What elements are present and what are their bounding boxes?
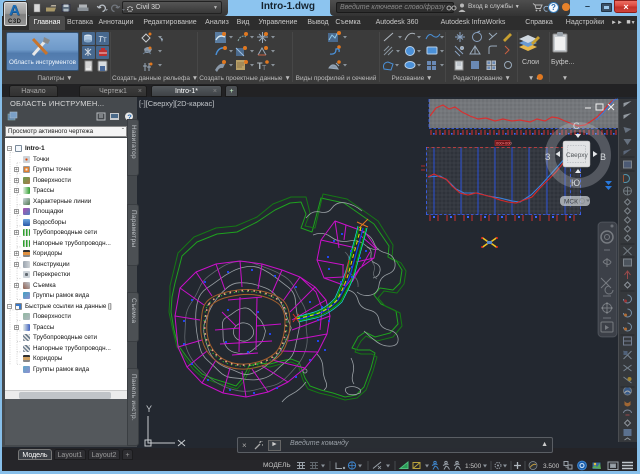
- svg-text:Буфе...: Буфе...: [551, 59, 574, 66]
- svg-text:000+000: 000+000: [496, 141, 512, 146]
- svg-text:С: С: [573, 121, 580, 131]
- svg-text:1:500: 1:500: [465, 463, 482, 470]
- svg-text:Ю: Ю: [571, 178, 580, 188]
- svg-text:В: В: [600, 152, 606, 162]
- svg-text:Т: Т: [103, 38, 107, 44]
- svg-text:Y: Y: [146, 404, 152, 414]
- svg-text:Слои: Слои: [522, 59, 539, 66]
- svg-text:МСК: МСК: [564, 199, 578, 206]
- svg-text:З: З: [545, 152, 550, 162]
- svg-text:Т: Т: [262, 65, 267, 72]
- svg-text:3.500: 3.500: [543, 463, 560, 470]
- svg-text:[-][Сверху][2D-каркас]: [-][Сверху][2D-каркас]: [139, 99, 214, 108]
- svg-text:Сверху: Сверху: [566, 152, 588, 159]
